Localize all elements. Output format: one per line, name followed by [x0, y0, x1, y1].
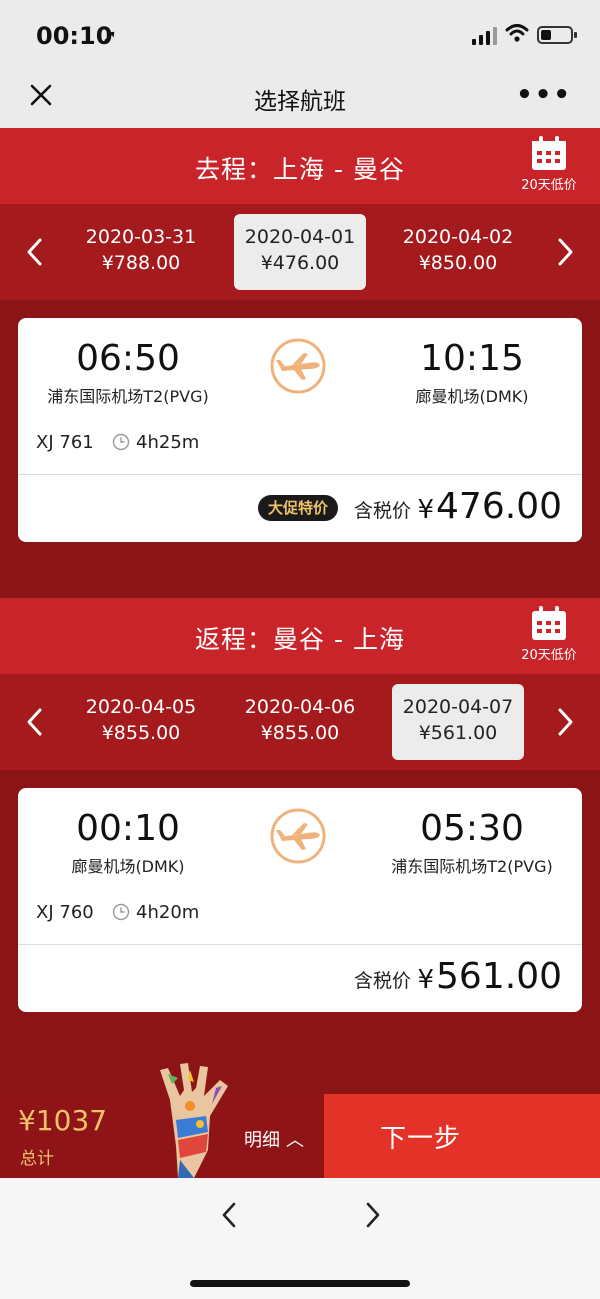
arrival-info: 05:30 浦东国际机场T2(PVG)	[362, 808, 582, 877]
date-text: 2020-04-07	[402, 696, 514, 718]
browser-toolbar	[0, 1178, 600, 1299]
arrival-info: 10:15 廊曼机场(DMK)	[362, 338, 582, 407]
chevron-up-icon: ︿	[286, 1130, 304, 1151]
chevron-right-icon[interactable]	[550, 234, 580, 270]
return-date-option-selected[interactable]: 2020-04-07 ¥561.00	[392, 684, 524, 760]
departure-info: 06:50 浦东国际机场T2(PVG)	[18, 338, 238, 407]
browser-forward-icon[interactable]	[362, 1200, 384, 1230]
date-text: 2020-04-02	[402, 226, 514, 248]
arrival-airport: 廊曼机场(DMK)	[415, 387, 529, 406]
departure-time: 06:50	[76, 338, 180, 379]
card-divider	[18, 944, 582, 945]
return-calendar-label: 20天低价	[521, 648, 577, 663]
card-divider	[18, 474, 582, 475]
outbound-header: 去程：上海 - 曼谷 20天低价	[0, 128, 600, 204]
price-detail-toggle[interactable]: 明细 ︿	[244, 1126, 304, 1152]
bottom-action-bar: ¥1037 总计 明细 ︿ 下一步	[0, 1063, 600, 1178]
home-indicator[interactable]	[190, 1280, 410, 1287]
date-text: 2020-04-05	[85, 696, 197, 718]
return-header: 返程：曼谷 - 上海 20天低价	[0, 598, 600, 674]
promo-badge: 大促特价	[258, 495, 339, 521]
mascot-hand-illustration	[160, 1063, 228, 1178]
currency-symbol: ¥	[417, 495, 435, 525]
date-price: ¥850.00	[418, 252, 498, 274]
date-text: 2020-04-01	[244, 226, 356, 248]
tax-included-label: 含税价	[354, 500, 412, 522]
page-title: 选择航班	[254, 89, 346, 115]
departure-time: 00:10	[76, 808, 180, 849]
flight-number: XJ 760	[36, 902, 94, 923]
outbound-flight-card[interactable]: 06:50 浦东国际机场T2(PVG) 10:15 廊曼机场(DMK) XJ 7…	[18, 318, 582, 542]
nav-bar: 选择航班 •••	[0, 68, 600, 128]
outbound-date-bar: 2020-03-31 ¥788.00 2020-04-01 ¥476.00 20…	[0, 204, 600, 300]
outbound-low-price-calendar-button[interactable]: 20天低价	[516, 136, 582, 196]
outbound-date-option[interactable]: 2020-04-02 ¥850.00	[392, 214, 524, 290]
date-price: ¥855.00	[101, 722, 181, 744]
outbound-date-option[interactable]: 2020-03-31 ¥788.00	[75, 214, 207, 290]
clock-icon	[112, 433, 130, 451]
date-price: ¥476.00	[260, 252, 340, 274]
chevron-left-icon[interactable]	[20, 704, 50, 740]
total-section: ¥1037 总计 明细 ︿	[0, 1063, 324, 1178]
flight-price: ¥561.00	[417, 956, 562, 997]
location-arrow-icon: ➚	[102, 26, 118, 47]
return-route-title: 返程：曼谷 - 上海	[195, 625, 405, 654]
chevron-left-icon[interactable]	[20, 234, 50, 270]
calendar-icon	[532, 606, 566, 640]
status-time: 00:10	[36, 22, 113, 50]
return-flight-card[interactable]: 00:10 廊曼机场(DMK) 05:30 浦东国际机场T2(PVG) XJ 7…	[18, 788, 582, 1012]
flight-duration: 4h20m	[136, 902, 200, 923]
browser-back-icon[interactable]	[218, 1200, 240, 1230]
arrival-time: 10:15	[420, 338, 524, 379]
return-low-price-calendar-button[interactable]: 20天低价	[516, 606, 582, 666]
wifi-icon	[505, 24, 529, 42]
arrival-airport: 浦东国际机场T2(PVG)	[391, 857, 553, 876]
tax-included-label: 含税价	[354, 970, 412, 992]
flight-number: XJ 761	[36, 432, 94, 453]
outbound-calendar-label: 20天低价	[521, 178, 577, 193]
airline-logo-icon	[270, 808, 326, 864]
clock-icon	[112, 903, 130, 921]
total-label: 总计	[20, 1149, 54, 1169]
outbound-route-title: 去程：上海 - 曼谷	[195, 155, 405, 184]
departure-airport: 浦东国际机场T2(PVG)	[47, 387, 209, 406]
return-date-bar: 2020-04-05 ¥855.00 2020-04-06 ¥855.00 20…	[0, 674, 600, 770]
calendar-icon	[532, 136, 566, 170]
detail-label: 明细	[244, 1130, 280, 1151]
airline-logo-icon	[270, 338, 326, 394]
date-price: ¥561.00	[418, 722, 498, 744]
chevron-right-icon[interactable]	[550, 704, 580, 740]
next-step-label: 下一步	[380, 1124, 462, 1154]
flight-duration: 4h25m	[136, 432, 200, 453]
return-date-option[interactable]: 2020-04-06 ¥855.00	[234, 684, 366, 760]
arrival-time: 05:30	[420, 808, 524, 849]
currency-symbol: ¥	[417, 965, 435, 995]
cellular-signal-icon	[472, 27, 498, 45]
status-bar: 00:10 ➚	[0, 0, 600, 68]
date-text: 2020-03-31	[85, 226, 197, 248]
price-value: 476.00	[436, 486, 562, 527]
outbound-date-option-selected[interactable]: 2020-04-01 ¥476.00	[234, 214, 366, 290]
price-value: 561.00	[436, 956, 562, 997]
date-text: 2020-04-06	[244, 696, 356, 718]
return-date-option[interactable]: 2020-04-05 ¥855.00	[75, 684, 207, 760]
total-price: ¥1037	[18, 1104, 108, 1137]
date-price: ¥788.00	[101, 252, 181, 274]
date-price: ¥855.00	[260, 722, 340, 744]
flight-price: ¥476.00	[417, 486, 562, 527]
flight-selection-page: 00:10 ➚ 选择航班 ••• 去程：上海 - 曼谷 20天低价 2020-0…	[0, 0, 600, 1299]
next-step-button[interactable]: 下一步	[324, 1094, 600, 1178]
departure-info: 00:10 廊曼机场(DMK)	[18, 808, 238, 877]
more-options-icon[interactable]: •••	[516, 80, 572, 110]
departure-airport: 廊曼机场(DMK)	[71, 857, 185, 876]
battery-icon	[537, 26, 577, 44]
